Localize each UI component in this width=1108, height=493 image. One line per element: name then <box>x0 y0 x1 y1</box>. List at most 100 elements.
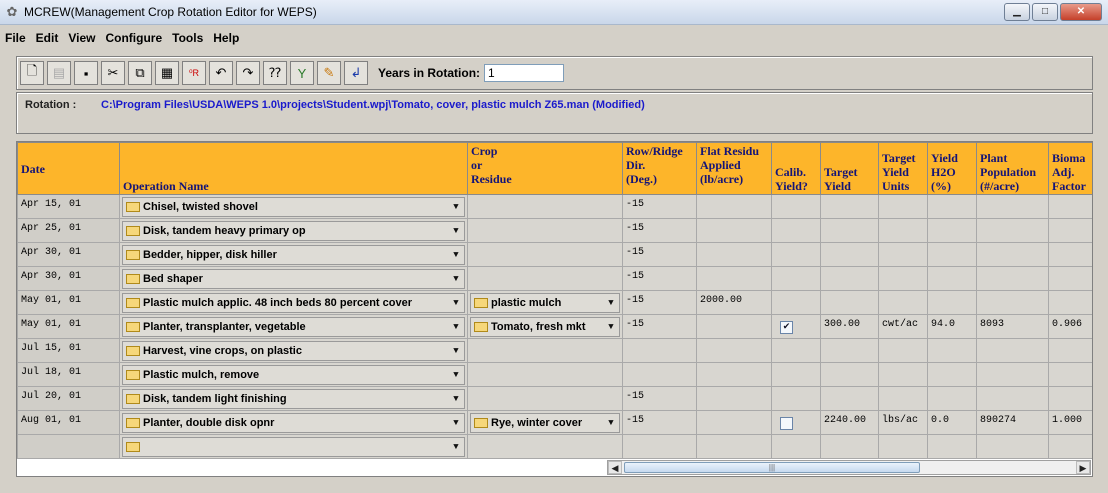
date-cell[interactable]: Aug 01, 01 <box>17 410 120 435</box>
operation-cell[interactable]: Disk, tandem heavy primary op ▼ <box>119 218 468 243</box>
chevron-down-icon[interactable]: ▼ <box>448 226 464 236</box>
header-operation-name[interactable]: Operation Name <box>119 142 468 195</box>
crop-cell[interactable] <box>467 266 623 291</box>
units-cell[interactable] <box>878 362 928 387</box>
units-cell[interactable] <box>878 218 928 243</box>
h2o-cell[interactable] <box>927 290 977 315</box>
crop-select[interactable]: plastic mulch ▼ <box>470 293 620 313</box>
pop-cell[interactable] <box>976 242 1049 267</box>
dir-cell[interactable] <box>622 338 697 363</box>
bio-cell[interactable] <box>1048 194 1092 219</box>
pop-cell[interactable] <box>976 386 1049 411</box>
header-flat-residue[interactable]: Flat Residu Applied (lb/acre) <box>696 142 772 195</box>
bio-cell[interactable]: 1.000 <box>1048 410 1092 435</box>
pop-cell[interactable] <box>976 338 1049 363</box>
chevron-down-icon[interactable]: ▼ <box>448 250 464 260</box>
chevron-down-icon[interactable]: ▼ <box>448 394 464 404</box>
units-cell[interactable]: lbs/ac <box>878 410 928 435</box>
calib-yield-cell[interactable] <box>771 410 821 435</box>
menu-file[interactable]: File <box>5 31 26 45</box>
units-cell[interactable] <box>878 242 928 267</box>
dir-cell[interactable]: -15 <box>622 194 697 219</box>
operation-select[interactable]: Planter, transplanter, vegetable ▼ <box>122 317 465 337</box>
crop-cell[interactable] <box>467 338 623 363</box>
check-icon[interactable]: ↲ <box>344 61 368 85</box>
date-cell[interactable]: Apr 30, 01 <box>17 242 120 267</box>
calib-yield-cell[interactable] <box>771 434 821 459</box>
years-in-rotation-input[interactable]: 1 <box>484 64 565 82</box>
close-button[interactable]: ✕ <box>1060 3 1102 21</box>
calib-yield-cell[interactable]: ✔ <box>771 314 821 339</box>
operation-select[interactable]: Disk, tandem heavy primary op ▼ <box>122 221 465 241</box>
date-cell[interactable]: Apr 15, 01 <box>17 194 120 219</box>
flat-cell[interactable]: 2000.00 <box>696 290 772 315</box>
units-cell[interactable] <box>878 194 928 219</box>
flat-cell[interactable] <box>696 362 772 387</box>
chevron-down-icon[interactable]: ▼ <box>448 346 464 356</box>
yield-cell[interactable] <box>820 266 879 291</box>
dir-cell[interactable]: -15 <box>622 314 697 339</box>
bio-cell[interactable] <box>1048 386 1092 411</box>
header-biomass-adj-factor[interactable]: Bioma Adj. Factor <box>1048 142 1092 195</box>
units-cell[interactable] <box>878 386 928 411</box>
operation-cell[interactable]: Bed shaper ▼ <box>119 266 468 291</box>
chevron-down-icon[interactable]: ▼ <box>448 418 464 428</box>
operation-select[interactable]: Harvest, vine crops, on plastic ▼ <box>122 341 465 361</box>
crop-select[interactable]: Tomato, fresh mkt ▼ <box>470 317 620 337</box>
cut-icon[interactable]: ✂ <box>101 61 125 85</box>
calib-yield-cell[interactable] <box>771 194 821 219</box>
chevron-down-icon[interactable]: ▼ <box>448 202 464 212</box>
chevron-down-icon[interactable]: ▼ <box>448 370 464 380</box>
calib-yield-cell[interactable] <box>771 290 821 315</box>
bio-cell[interactable] <box>1048 434 1092 459</box>
maximize-button[interactable]: □ <box>1032 3 1058 21</box>
header-row-ridge-dir[interactable]: Row/Ridge Dir. (Deg.) <box>622 142 697 195</box>
crop-cell[interactable] <box>467 386 623 411</box>
operation-cell[interactable]: Plastic mulch, remove ▼ <box>119 362 468 387</box>
flat-cell[interactable] <box>696 434 772 459</box>
header-crop-or-residue[interactable]: Crop or Residue <box>467 142 623 195</box>
h2o-cell[interactable] <box>927 434 977 459</box>
minimize-button[interactable]: ▁ <box>1004 3 1030 21</box>
date-cell[interactable]: Apr 25, 01 <box>17 218 120 243</box>
bio-cell[interactable]: 0.906 <box>1048 314 1092 339</box>
scroll-thumb[interactable]: ||| <box>624 462 920 473</box>
units-cell[interactable] <box>878 434 928 459</box>
yield-cell[interactable]: 300.00 <box>820 314 879 339</box>
operation-select[interactable]: ▼ <box>122 437 465 457</box>
bio-cell[interactable] <box>1048 242 1092 267</box>
chevron-down-icon[interactable]: ▼ <box>448 442 464 452</box>
h2o-cell[interactable] <box>927 362 977 387</box>
dir-cell[interactable]: -15 <box>622 242 697 267</box>
flat-cell[interactable] <box>696 338 772 363</box>
yield-cell[interactable] <box>820 338 879 363</box>
header-plant-population[interactable]: Plant Population (#/acre) <box>976 142 1049 195</box>
operation-select[interactable]: Bed shaper ▼ <box>122 269 465 289</box>
save-icon[interactable]: ▪ <box>74 61 98 85</box>
filter-icon[interactable]: Y <box>290 61 314 85</box>
operation-cell[interactable]: Plastic mulch applic. 48 inch beds 80 pe… <box>119 290 468 315</box>
flat-cell[interactable] <box>696 410 772 435</box>
header-yield-h2o[interactable]: Yield H2O (%) <box>927 142 977 195</box>
operation-cell[interactable]: Planter, transplanter, vegetable ▼ <box>119 314 468 339</box>
date-cell[interactable]: May 01, 01 <box>17 314 120 339</box>
sort-icon[interactable]: ⁰R <box>182 61 206 85</box>
operation-cell[interactable]: ▼ <box>119 434 468 459</box>
pop-cell[interactable]: 890274 <box>976 410 1049 435</box>
yield-cell[interactable] <box>820 386 879 411</box>
crop-cell[interactable] <box>467 434 623 459</box>
horizontal-scrollbar[interactable]: ◀ ||| ▶ <box>607 460 1091 475</box>
pop-cell[interactable] <box>976 362 1049 387</box>
calib-yield-cell[interactable] <box>771 266 821 291</box>
dir-cell[interactable]: -15 <box>622 290 697 315</box>
operation-cell[interactable]: Bedder, hipper, disk hiller ▼ <box>119 242 468 267</box>
chevron-down-icon[interactable]: ▼ <box>448 274 464 284</box>
crop-cell[interactable] <box>467 218 623 243</box>
yield-cell[interactable] <box>820 218 879 243</box>
yield-cell[interactable] <box>820 434 879 459</box>
bio-cell[interactable] <box>1048 218 1092 243</box>
dir-cell[interactable]: -15 <box>622 386 697 411</box>
yield-cell[interactable] <box>820 362 879 387</box>
operation-cell[interactable]: Planter, double disk opnr ▼ <box>119 410 468 435</box>
operation-select[interactable]: Planter, double disk opnr ▼ <box>122 413 465 433</box>
